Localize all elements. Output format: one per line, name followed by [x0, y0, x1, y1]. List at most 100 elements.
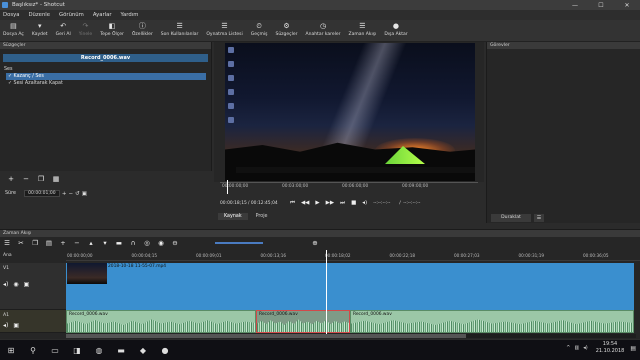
- menu-settings[interactable]: Ayarlar: [93, 12, 112, 18]
- title-bar: Başlıksız* - Shotcut — ☐ ✕: [0, 0, 640, 10]
- audio-clip[interactable]: Record_0006.wav: [66, 310, 256, 333]
- snap-icon[interactable]: ∩: [129, 239, 137, 247]
- reset-icon[interactable]: ↺: [75, 191, 80, 197]
- zoom-out-icon[interactable]: ⊖: [171, 239, 179, 247]
- in-point[interactable]: --:--:--:--: [373, 200, 399, 207]
- remove-filter-button[interactable]: −: [21, 175, 31, 183]
- windows-start-icon[interactable]: ⊞: [0, 340, 22, 360]
- viewer-ruler[interactable]: 00:00:00;00 00:03:00;00 00:06:00;00 00:0…: [220, 180, 478, 196]
- toolbar-label: Dosya Aç: [3, 32, 24, 37]
- skip-end-icon[interactable]: ⏭: [340, 200, 345, 207]
- menu-view[interactable]: Görünüm: [59, 12, 84, 18]
- tab-source[interactable]: Kaynak: [218, 213, 248, 220]
- tray-chevron-icon[interactable]: ^: [566, 345, 570, 351]
- search-icon[interactable]: ⚲: [22, 340, 44, 360]
- close-button[interactable]: ✕: [614, 0, 640, 10]
- peak-meter-icon: ◧: [108, 22, 116, 30]
- ruler-tick: 00:00:00;00: [222, 184, 249, 189]
- lift-icon[interactable]: ▴: [87, 239, 95, 247]
- open-file-button[interactable]: ▤ Dosya Aç: [3, 20, 24, 37]
- tab-project[interactable]: Proje: [250, 213, 274, 220]
- timeline-scrollbar[interactable]: [66, 334, 636, 338]
- position-timecode[interactable]: 00:00:18;15: [220, 200, 248, 207]
- playlist-button[interactable]: ☰ Oynatma Listesi: [206, 20, 242, 37]
- timeline-button[interactable]: ☰ Zaman Akışı: [349, 20, 377, 37]
- maximize-button[interactable]: ☐: [588, 0, 614, 10]
- task-view-icon[interactable]: ▭: [44, 340, 66, 360]
- audio-clip-selected[interactable]: Record_0006.wav: [256, 310, 350, 333]
- recorder-icon[interactable]: ●: [154, 340, 176, 360]
- clock[interactable]: 19:54 21.10.2018: [596, 341, 625, 355]
- overwrite-icon[interactable]: ▾: [101, 239, 109, 247]
- skip-start-icon[interactable]: ⏮: [290, 200, 295, 207]
- paste-filter-button[interactable]: ▦: [51, 175, 61, 183]
- export-button[interactable]: ● Dışa Aktar: [384, 20, 407, 37]
- split-icon[interactable]: ▬: [115, 239, 123, 247]
- menu-edit[interactable]: Düzenle: [28, 12, 50, 18]
- filters-button[interactable]: ⚙ Süzgeçler: [275, 20, 297, 37]
- video-clip[interactable]: 2018-10-18 11-55-07.mp4: [66, 263, 634, 310]
- undo-icon: ↶: [60, 22, 67, 30]
- play-icon[interactable]: ▶: [315, 200, 319, 207]
- fast-forward-icon[interactable]: ▶▶: [326, 200, 334, 207]
- network-icon[interactable]: ▥: [574, 345, 579, 351]
- out-point[interactable]: --:--:--:--: [403, 200, 431, 207]
- jobs-menu-icon[interactable]: ☰: [534, 214, 544, 222]
- mute-icon[interactable]: ◂): [3, 281, 8, 288]
- hide-icon[interactable]: ◉: [13, 281, 18, 288]
- filter-item-gain[interactable]: ✓ Kazanç / Ses: [6, 73, 206, 80]
- copy-filter-button[interactable]: ❐: [36, 175, 46, 183]
- volume-tray-icon[interactable]: ◂): [583, 345, 587, 351]
- peak-meter-button[interactable]: ◧ Tepe Ölçer: [100, 20, 124, 37]
- scrollbar-thumb[interactable]: [66, 334, 466, 338]
- duration-field[interactable]: 00:00:01;00: [23, 190, 60, 197]
- menu-file[interactable]: Dosya: [3, 12, 19, 18]
- plus-icon[interactable]: +: [62, 191, 67, 197]
- rewind-icon[interactable]: ◀◀: [301, 200, 309, 207]
- menu-icon[interactable]: ☰: [3, 239, 11, 247]
- filter-item-fade-out[interactable]: ✓ Sesi Azaltarak Kapat: [6, 80, 206, 87]
- menu-help[interactable]: Yardım: [121, 12, 139, 18]
- pause-jobs-button[interactable]: Duraklat: [491, 214, 531, 222]
- notifications-icon[interactable]: ▤: [630, 345, 636, 352]
- timeline-header-label: Ana: [3, 253, 12, 258]
- shotcut-icon[interactable]: ◆: [132, 340, 154, 360]
- zoom-slider[interactable]: [215, 242, 263, 244]
- grid-icon[interactable]: ▣: [82, 191, 87, 197]
- redo-button[interactable]: ↷ Yinele: [79, 20, 92, 37]
- mute-icon[interactable]: ◂): [3, 322, 8, 329]
- lock-icon[interactable]: ▣: [24, 281, 30, 288]
- keyframes-icon: ◷: [319, 22, 327, 30]
- timeline-playhead[interactable]: [326, 250, 327, 336]
- minus-icon[interactable]: −: [69, 191, 74, 197]
- save-button[interactable]: ▾ Kaydet: [32, 20, 48, 37]
- zoom-in-icon[interactable]: ⊕: [311, 239, 319, 247]
- video-frame[interactable]: [225, 43, 475, 181]
- append-icon[interactable]: +: [59, 239, 67, 247]
- chrome-icon[interactable]: ◍: [88, 340, 110, 360]
- copy-icon[interactable]: ❐: [31, 239, 39, 247]
- store-icon[interactable]: ◨: [66, 340, 88, 360]
- recorded-taskbar: [236, 167, 475, 173]
- folder-icon[interactable]: ▬: [110, 340, 132, 360]
- cut-icon[interactable]: ✂: [17, 239, 25, 247]
- lock-icon[interactable]: ▣: [13, 322, 19, 329]
- keyframes-button[interactable]: ◷ Anahtar kareler: [306, 20, 341, 37]
- undo-button[interactable]: ↶ Geri Al: [56, 20, 71, 37]
- add-filter-button[interactable]: +: [6, 175, 16, 183]
- ripple-icon[interactable]: ◉: [157, 239, 165, 247]
- timeline-ruler[interactable]: 00:00:00;00 00:00:04;15 00:00:09;01 00:00:1…: [66, 251, 640, 261]
- audio-clip[interactable]: Record_0006.wav: [350, 310, 634, 333]
- volume-icon[interactable]: ◂): [362, 200, 367, 207]
- scrub-icon[interactable]: ◎: [143, 239, 151, 247]
- track-header-a1[interactable]: A1 ◂) ▣: [0, 310, 66, 333]
- track-header-v1[interactable]: V1 ◂) ◉ ▣: [0, 263, 66, 310]
- stop-icon[interactable]: ■: [351, 200, 356, 207]
- properties-button[interactable]: ⓘ Özellikler: [132, 20, 153, 37]
- paste-icon[interactable]: ▤: [45, 239, 53, 247]
- ruler-tick: 00:00:04;15: [131, 253, 158, 258]
- minimize-button[interactable]: —: [562, 0, 588, 10]
- history-button[interactable]: ⏲ Geçmiş: [251, 20, 268, 38]
- recent-button[interactable]: ☰ Son Kullanılanlar: [161, 20, 199, 37]
- remove-icon[interactable]: −: [73, 239, 81, 247]
